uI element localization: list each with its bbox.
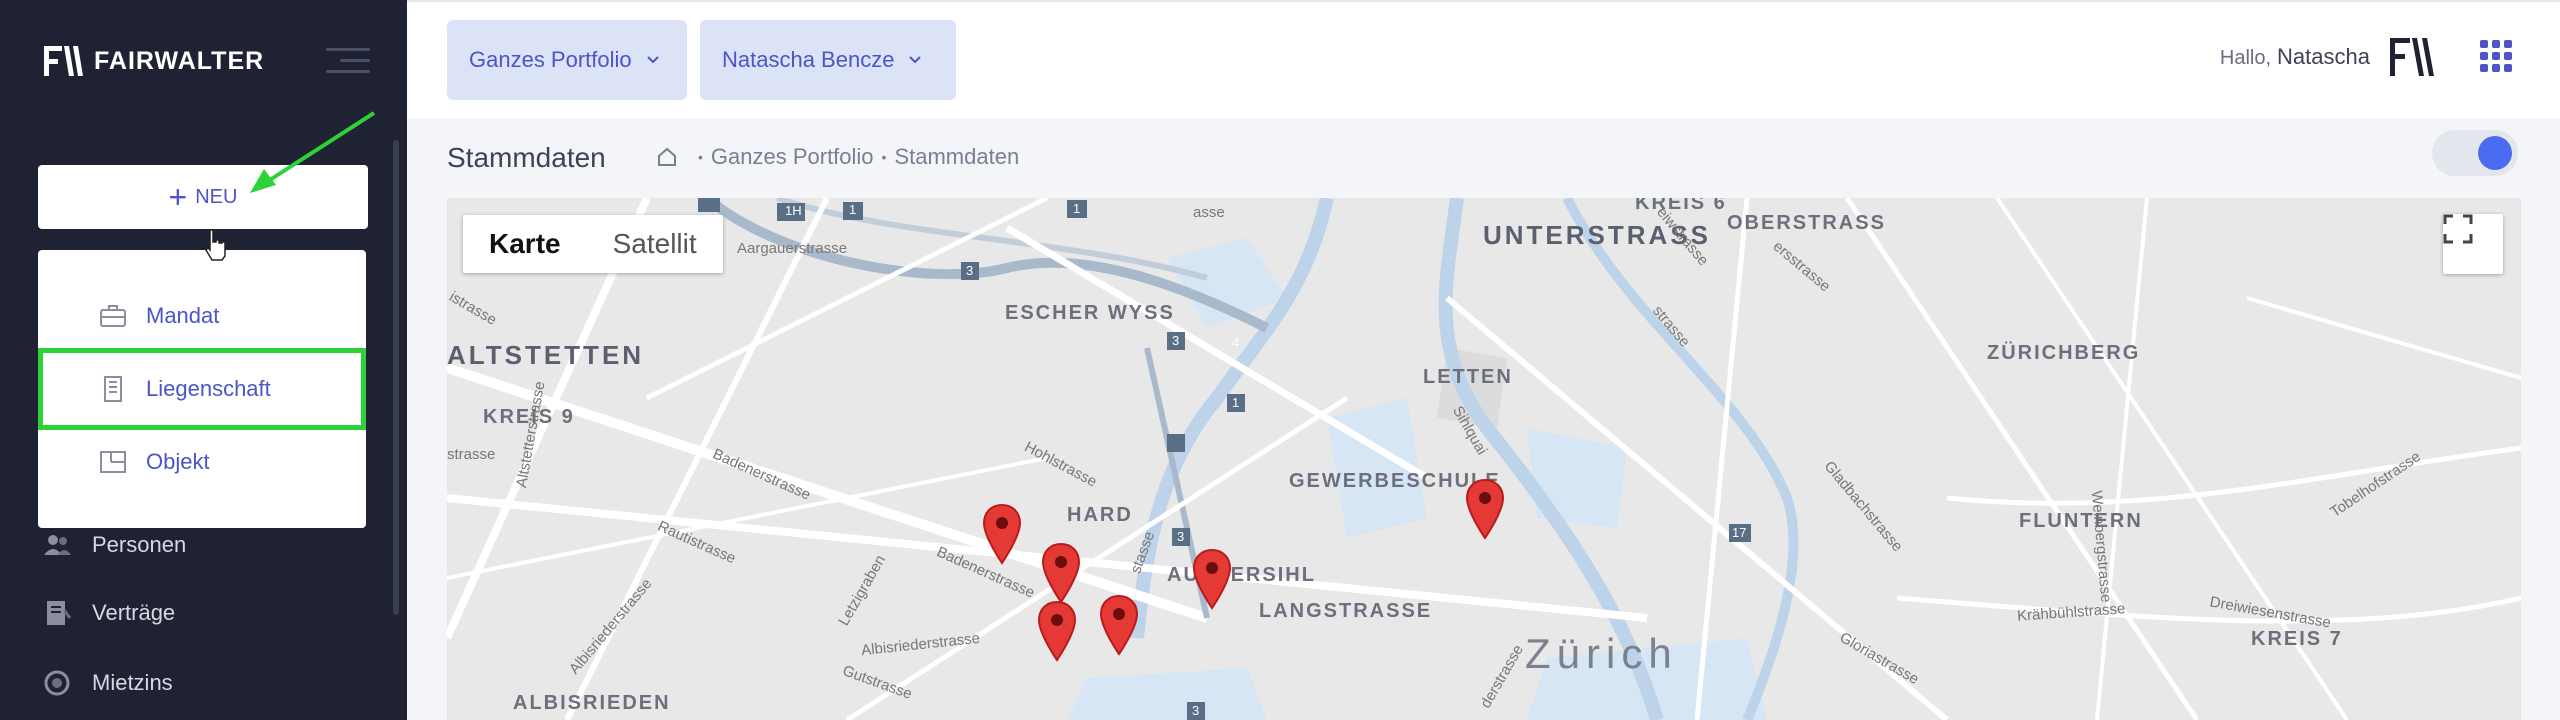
portfolio-select-value: Ganzes Portfolio — [469, 47, 632, 72]
sidebar-item-personen[interactable]: Personen — [42, 530, 186, 560]
street-label: Aargauerstrasse — [737, 240, 848, 257]
annotation-arrow — [250, 111, 376, 193]
street-label: asse — [1193, 204, 1225, 221]
breadcrumb-item[interactable]: Ganzes Portfolio — [711, 144, 874, 170]
portfolio-select[interactable]: Ganzes Portfolio — [447, 20, 687, 100]
brand-name: FAIRWALTER — [94, 46, 265, 75]
map-type-karte-button[interactable]: Karte — [463, 215, 587, 273]
hand-cursor-icon — [205, 229, 226, 261]
map-label: AUSSERSIHL — [1167, 564, 1316, 586]
road-shield: 1 — [849, 202, 857, 217]
sidebar-item-label: Mietzins — [92, 670, 173, 695]
fairwalter-logo-icon — [44, 46, 83, 76]
map-canvas — [447, 198, 2521, 720]
map-marker-icon[interactable] — [1099, 594, 1139, 656]
breadcrumb: • Ganzes Portfolio • Stammdaten — [656, 144, 1019, 170]
road-shield: 17 — [1732, 525, 1747, 540]
map-label: ALTSTETTEN — [447, 340, 645, 370]
map-label: LETTEN — [1423, 366, 1513, 388]
sidebar-item-label: Verträge — [92, 600, 176, 625]
money-icon — [44, 670, 70, 696]
road-shield: 1 — [1232, 395, 1240, 410]
menu-item-liegenschaft[interactable]: Liegenschaft — [38, 348, 366, 430]
road-shield: 3 — [1192, 703, 1200, 718]
building-icon — [104, 376, 122, 402]
map-label: ALBISRIEDEN — [513, 692, 671, 714]
people-icon — [44, 535, 71, 555]
greeting-text: Hallo, — [2219, 47, 2272, 69]
sidebar: FAIRWALTER + NEU Mandat Liegenschaft Obj… — [0, 0, 407, 720]
menu-toggle-icon[interactable] — [326, 48, 370, 74]
user-name: Natascha — [2277, 44, 2370, 69]
map-marker-icon[interactable] — [1465, 478, 1505, 540]
home-icon[interactable] — [656, 146, 678, 168]
menu-item-label: Mandat — [146, 303, 220, 328]
page-title: Stammdaten — [447, 142, 606, 173]
road-shield: 3 — [1172, 333, 1180, 348]
chevron-down-icon — [646, 56, 659, 64]
map-label: LANGSTRASSE — [1259, 600, 1433, 622]
map-label-city: Zürich — [1525, 630, 1678, 677]
road-shield: 1H — [785, 203, 802, 218]
user-greeting[interactable]: Hallo, Natascha — [2220, 44, 2370, 70]
map-marker-icon[interactable] — [1041, 542, 1081, 604]
street-label: strasse — [447, 446, 496, 463]
apps-grid-icon[interactable] — [2480, 40, 2512, 72]
user-avatar[interactable] — [2388, 34, 2438, 80]
menu-item-label: Objekt — [146, 449, 210, 474]
road-shield: 4 — [1232, 335, 1240, 350]
chevron-down-icon — [909, 56, 922, 64]
road-shield: 3 — [1177, 529, 1185, 544]
brand-logo[interactable]: FAIRWALTER — [44, 44, 264, 78]
map-type-satellit-button[interactable]: Satellit — [587, 215, 723, 273]
map-marker-icon[interactable] — [1037, 600, 1077, 662]
menu-item-objekt[interactable]: Objekt — [38, 426, 366, 498]
sidebar-item-vertraege[interactable]: Verträge — [42, 598, 175, 628]
map-label: ESCHER WYSS — [1005, 302, 1175, 324]
briefcase-icon — [100, 305, 126, 327]
breadcrumb-separator: • — [698, 149, 703, 165]
view-toggle[interactable] — [2432, 130, 2518, 176]
menu-item-mandat[interactable]: Mandat — [38, 280, 366, 352]
breadcrumb-separator: • — [881, 149, 887, 165]
map-marker-icon[interactable] — [982, 503, 1022, 565]
sidebar-scrollbar[interactable] — [393, 140, 399, 615]
menu-item-label: Liegenschaft — [146, 376, 271, 401]
sidebar-item-label: Personen — [92, 532, 187, 557]
map-label: OBERSTRASS — [1727, 212, 1886, 234]
user-select[interactable]: Natascha Bencze — [700, 20, 956, 100]
new-button-label: NEU — [195, 185, 238, 208]
fullscreen-button[interactable] — [2443, 214, 2503, 274]
map-view[interactable]: 1H 1 1 3 3 4 1 3 3 17 UNTERSTRASS KREIS … — [447, 198, 2521, 720]
floorplan-icon — [100, 451, 126, 473]
user-select-value: Natascha Bencze — [722, 47, 895, 72]
sidebar-item-mietzins[interactable]: Mietzins — [42, 668, 173, 698]
road-shield: 3 — [966, 263, 974, 278]
plus-icon: + — [168, 179, 188, 215]
breadcrumb-item: Stammdaten — [894, 144, 1020, 169]
road-shield: 1 — [1073, 201, 1081, 216]
map-label: FLUNTERN — [2019, 510, 2143, 532]
map-type-control: Karte Satellit — [463, 215, 723, 273]
map-label: KREIS 6 — [1635, 198, 1727, 214]
fullscreen-icon — [2443, 214, 2473, 244]
map-label: ZÜRICHBERG — [1987, 342, 2141, 364]
map-marker-icon[interactable] — [1192, 548, 1232, 610]
toggle-knob — [2478, 136, 2512, 170]
map-label: HARD — [1067, 504, 1133, 526]
new-dropdown-menu: Mandat Liegenschaft Objekt — [38, 250, 366, 528]
contract-icon — [47, 601, 72, 625]
